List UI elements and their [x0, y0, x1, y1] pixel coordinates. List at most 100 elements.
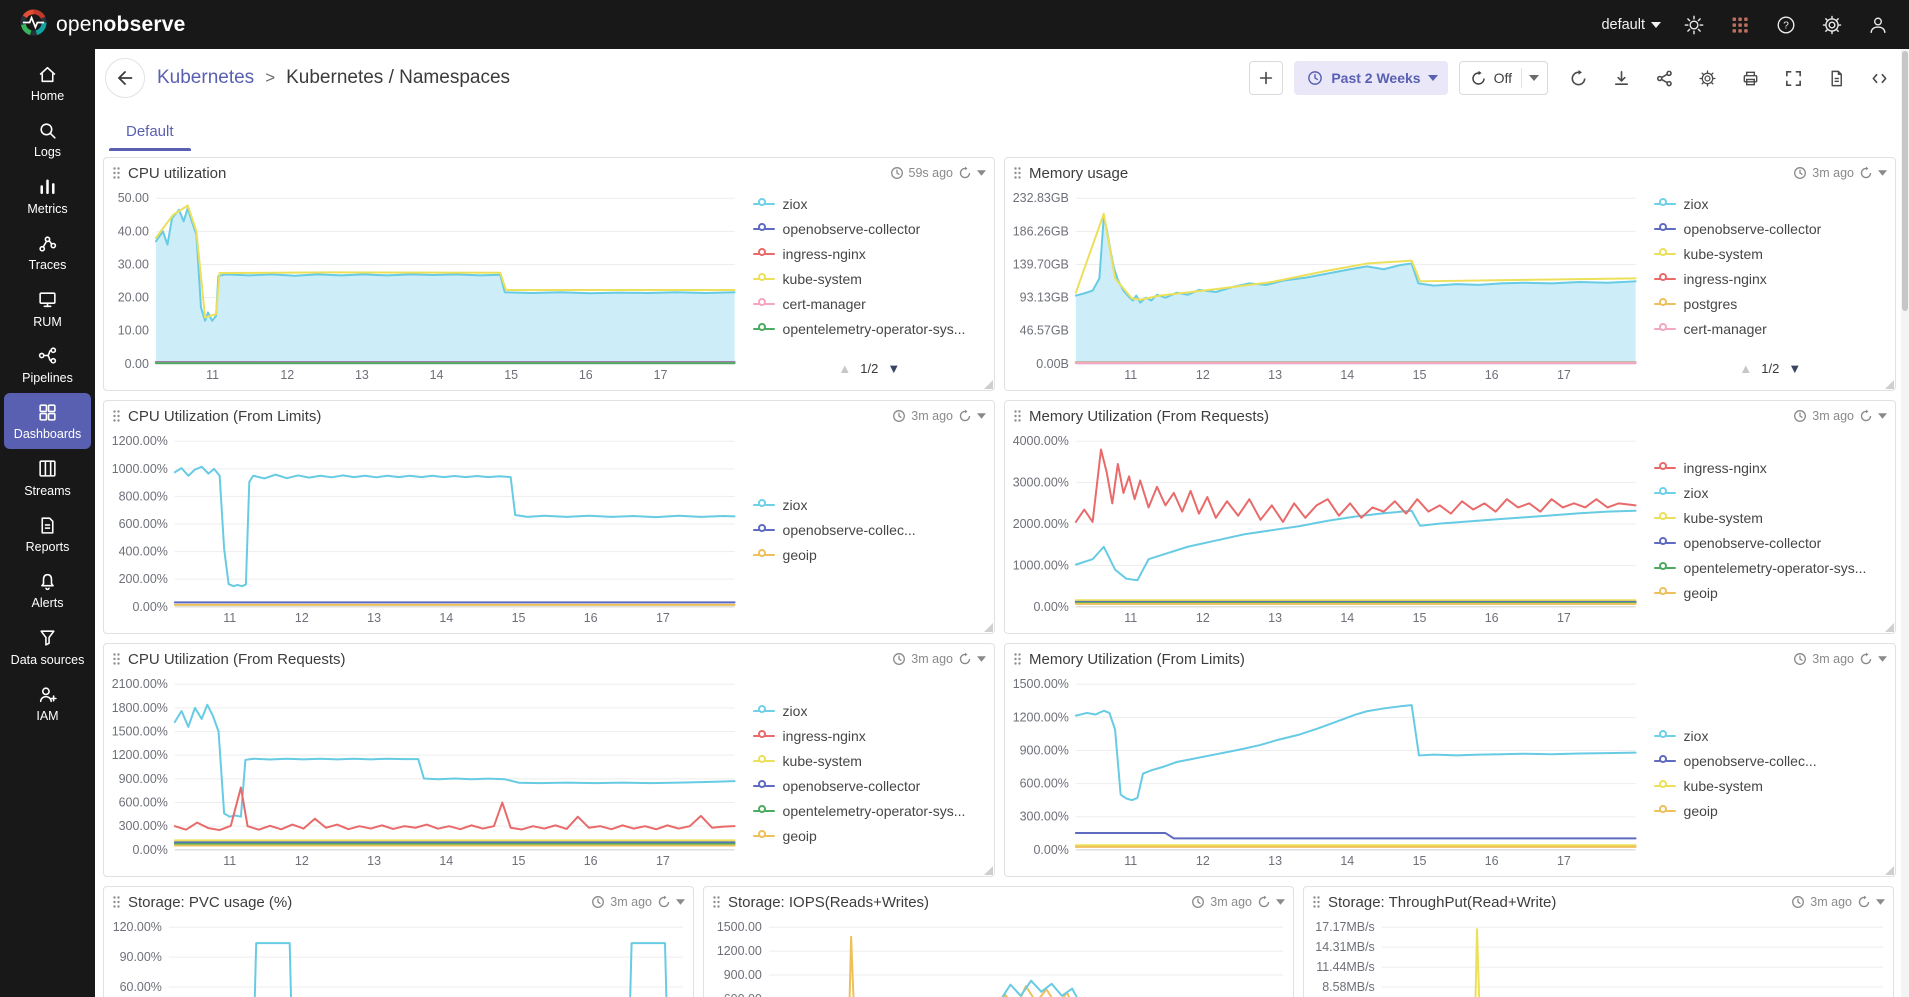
sidebar-item-home[interactable]: Home [4, 55, 91, 110]
sidebar-item-dashboards[interactable]: Dashboards [4, 393, 91, 448]
legend-item[interactable]: geoip [1654, 803, 1887, 819]
panel-refresh-button[interactable] [1859, 166, 1873, 180]
panel-drag-handle[interactable] [1013, 652, 1022, 666]
legend-item[interactable]: openobserve-collector [753, 221, 986, 237]
legend-item[interactable]: geoip [753, 828, 986, 844]
chart-canvas[interactable]: 2100.00%1800.00%1500.00%1200.00%900.00%6… [110, 674, 741, 870]
sidebar-item-reports[interactable]: Reports [4, 506, 91, 561]
print-button[interactable] [1736, 64, 1764, 92]
legend-item[interactable]: kube-system [753, 753, 986, 769]
brand-logo[interactable]: openobserve [20, 9, 185, 41]
chart-canvas[interactable]: 120.00%90.00%60.00%30.00%0.00%1112131415… [110, 917, 689, 997]
legend-item[interactable]: kube-system [1654, 246, 1887, 262]
chart-canvas[interactable]: 1200.00%1000.00%800.00%600.00%400.00%200… [110, 431, 741, 627]
panel-drag-handle[interactable] [1312, 895, 1321, 909]
export-json-button[interactable] [1822, 64, 1850, 92]
sidebar-item-rum[interactable]: RUM [4, 281, 91, 336]
sidebar-item-pipelines[interactable]: Pipelines [4, 337, 91, 392]
legend-item[interactable]: openobserve-collec... [1654, 753, 1887, 769]
refresh-button[interactable] [1564, 64, 1592, 92]
legend-item[interactable]: opentelemetry-operator-sys... [1654, 560, 1887, 576]
panel-menu-caret[interactable] [676, 899, 685, 905]
legend-item[interactable]: ziox [753, 196, 986, 212]
panel-menu-caret[interactable] [1878, 656, 1887, 662]
chart-canvas[interactable]: 1500.001200.00900.00600.00300.000.001112… [710, 917, 1289, 997]
apps-grid-icon[interactable] [1727, 12, 1753, 38]
panel-resize-handle[interactable] [1885, 623, 1894, 632]
theme-toggle-icon[interactable] [1681, 12, 1707, 38]
legend-item[interactable]: kube-system [753, 271, 986, 287]
panel-menu-caret[interactable] [977, 170, 986, 176]
panel-menu-caret[interactable] [977, 656, 986, 662]
time-range-picker[interactable]: Past 2 Weeks [1294, 61, 1447, 95]
panel-resize-handle[interactable] [1885, 380, 1894, 389]
panel-menu-caret[interactable] [977, 413, 986, 419]
legend-item[interactable]: opentelemetry-operator-sys... [753, 803, 986, 819]
legend-page-up-icon[interactable]: ▲ [838, 361, 851, 376]
panel-resize-handle[interactable] [1885, 866, 1894, 875]
sidebar-item-logs[interactable]: Logs [4, 111, 91, 166]
legend-item[interactable]: ingress-nginx [753, 246, 986, 262]
org-selector[interactable]: default [1601, 17, 1661, 33]
chart-canvas[interactable]: 232.83GB186.26GB139.70GB93.13GB46.57GB0.… [1011, 188, 1642, 384]
auto-refresh-selector[interactable]: Off [1459, 61, 1548, 95]
panel-resize-handle[interactable] [984, 866, 993, 875]
back-button[interactable] [105, 58, 145, 98]
panel-menu-caret[interactable] [1876, 899, 1885, 905]
legend-item[interactable]: postgres [1654, 296, 1887, 312]
query-inspector-button[interactable] [1865, 64, 1893, 92]
vertical-scrollbar[interactable] [1901, 49, 1909, 997]
panel-refresh-button[interactable] [958, 409, 972, 423]
share-button[interactable] [1650, 64, 1678, 92]
panel-menu-caret[interactable] [1878, 170, 1887, 176]
sidebar-item-alerts[interactable]: Alerts [4, 562, 91, 617]
sidebar-item-data-sources[interactable]: Data sources [4, 619, 91, 674]
panel-drag-handle[interactable] [1013, 409, 1022, 423]
panel-refresh-button[interactable] [958, 652, 972, 666]
legend-item[interactable]: geoip [753, 547, 986, 563]
panel-refresh-button[interactable] [958, 166, 972, 180]
legend-item[interactable]: ziox [1654, 196, 1887, 212]
legend-item[interactable]: geoip [1654, 585, 1887, 601]
panel-drag-handle[interactable] [1013, 166, 1022, 180]
panel-drag-handle[interactable] [112, 166, 121, 180]
legend-page-up-icon[interactable]: ▲ [1739, 361, 1752, 376]
legend-item[interactable]: openobserve-collec... [753, 522, 986, 538]
legend-item[interactable]: ziox [753, 703, 986, 719]
chart-canvas[interactable]: 4000.00%3000.00%2000.00%1000.00%0.00%111… [1011, 431, 1642, 627]
panel-refresh-button[interactable] [1857, 895, 1871, 909]
panel-drag-handle[interactable] [112, 409, 121, 423]
panel-refresh-button[interactable] [1859, 409, 1873, 423]
panel-drag-handle[interactable] [712, 895, 721, 909]
panel-refresh-button[interactable] [1257, 895, 1271, 909]
sidebar-item-iam[interactable]: IAM [4, 675, 91, 730]
account-icon[interactable] [1865, 12, 1891, 38]
legend-item[interactable]: opentelemetry-operator-sys... [753, 321, 986, 337]
sidebar-item-metrics[interactable]: Metrics [4, 168, 91, 223]
help-icon[interactable]: ? [1773, 12, 1799, 38]
settings-gear-icon[interactable] [1819, 12, 1845, 38]
legend-item[interactable]: cert-manager [1654, 321, 1887, 337]
panel-drag-handle[interactable] [112, 895, 121, 909]
breadcrumb-dashboard-link[interactable]: Kubernetes [157, 67, 254, 89]
scrollbar-thumb[interactable] [1902, 51, 1908, 311]
legend-item[interactable]: openobserve-collector [1654, 535, 1887, 551]
download-button[interactable] [1607, 64, 1635, 92]
sidebar-item-streams[interactable]: Streams [4, 450, 91, 505]
panel-drag-handle[interactable] [112, 652, 121, 666]
legend-item[interactable]: ingress-nginx [753, 728, 986, 744]
legend-page-down-icon[interactable]: ▼ [1788, 361, 1801, 376]
legend-item[interactable]: ingress-nginx [1654, 271, 1887, 287]
legend-item[interactable]: kube-system [1654, 778, 1887, 794]
legend-item[interactable]: openobserve-collector [1654, 221, 1887, 237]
legend-item[interactable]: ingress-nginx [1654, 460, 1887, 476]
panel-refresh-button[interactable] [1859, 652, 1873, 666]
panel-menu-caret[interactable] [1276, 899, 1285, 905]
chart-canvas[interactable]: 1500.00%1200.00%900.00%600.00%300.00%0.0… [1011, 674, 1642, 870]
legend-item[interactable]: openobserve-collector [753, 778, 986, 794]
legend-item[interactable]: ziox [1654, 485, 1887, 501]
panel-resize-handle[interactable] [984, 380, 993, 389]
legend-item[interactable]: cert-manager [753, 296, 986, 312]
tab-default[interactable]: Default [109, 112, 191, 151]
legend-item[interactable]: kube-system [1654, 510, 1887, 526]
